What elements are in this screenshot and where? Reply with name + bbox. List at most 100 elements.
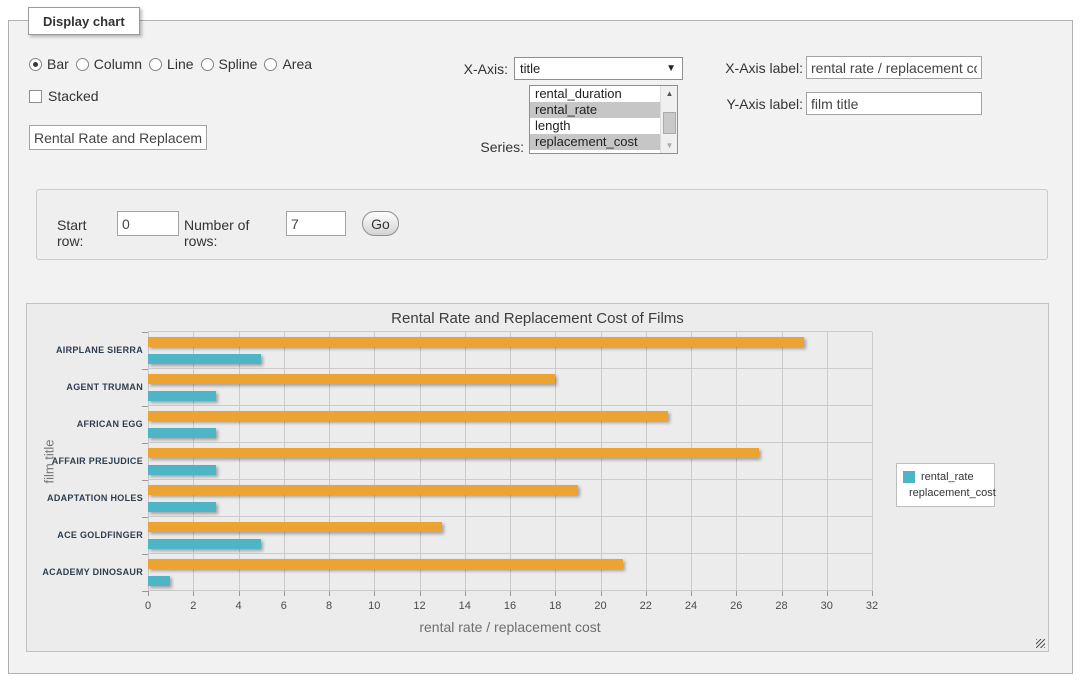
legend-label: rental_rate [921, 471, 974, 483]
x-tick-label: 0 [131, 600, 165, 612]
x-axis-caption: X-Axis: [418, 61, 508, 77]
chart-type-radio-column[interactable]: Column [76, 56, 142, 72]
rental_rate-bar [148, 354, 261, 364]
x-tick [736, 591, 737, 596]
number-of-rows-label: Number of rows: [184, 217, 279, 249]
chart-type-radio-spline[interactable]: Spline [201, 56, 258, 72]
chart-type-label: Line [167, 56, 193, 72]
chevron-down-icon: ▼ [666, 63, 676, 74]
x-tick-label: 22 [629, 600, 663, 612]
radio-icon[interactable] [201, 58, 214, 71]
bar-row-affair-prejudice [148, 443, 872, 480]
series-caption: Series: [418, 139, 524, 155]
rental_rate-bar [148, 502, 216, 512]
x-tick-label: 26 [719, 600, 753, 612]
radio-icon[interactable] [264, 58, 277, 71]
x-tick-label: 6 [267, 600, 301, 612]
replacement_cost-bar [148, 337, 804, 347]
bar-row-adaptation-holes [148, 480, 872, 517]
x-tick [510, 591, 511, 596]
series-scrollbar[interactable]: ▲ ▼ [660, 86, 677, 153]
bar-row-academy-dinosaur [148, 554, 872, 591]
resize-handle[interactable] [1036, 639, 1045, 648]
chart-title-input[interactable] [29, 125, 207, 150]
category-label: AGENT TRUMAN [31, 368, 143, 405]
start-row-input[interactable] [117, 211, 179, 236]
chart-type-radio-group: Bar Column Line Spline Area [29, 56, 312, 72]
go-button[interactable]: Go [362, 211, 399, 236]
x-tick [420, 591, 421, 596]
x-tick [827, 591, 828, 596]
gridline [872, 332, 873, 591]
legend-item-rental_rate: rental_rate [903, 469, 988, 485]
fieldset-legend: Display chart [28, 7, 140, 35]
bar-row-agent-truman [148, 369, 872, 406]
chart-legend: rental_rate replacement_cost [896, 463, 995, 507]
chart-type-radio-bar[interactable]: Bar [29, 56, 69, 72]
rental_rate-bar [148, 391, 216, 401]
start-row-label: Start row: [57, 217, 112, 249]
replacement_cost-bar [148, 559, 623, 569]
series-listbox[interactable]: rental_durationrental_ratelengthreplacem… [529, 85, 678, 154]
page: Display chart Bar Column Line Spline Area St… [0, 0, 1081, 681]
x-tick-label: 30 [810, 600, 844, 612]
series-option-rental_rate[interactable]: rental_rate [530, 102, 660, 118]
chart-type-radio-area[interactable]: Area [264, 56, 312, 72]
series-option-rental_duration[interactable]: rental_duration [530, 86, 660, 102]
x-tick-label: 24 [674, 600, 708, 612]
radio-icon[interactable] [29, 58, 42, 71]
chart-type-label: Area [282, 56, 312, 72]
x-tick [691, 591, 692, 596]
category-label: AIRPLANE SIERRA [31, 331, 143, 368]
rental_rate-bar [148, 576, 170, 586]
x-tick-label: 18 [538, 600, 572, 612]
x-tick [329, 591, 330, 596]
scroll-up-icon[interactable]: ▲ [661, 86, 678, 101]
x-tick-label: 8 [312, 600, 346, 612]
y-axis-label-input[interactable] [806, 92, 982, 115]
legend-label: replacement_cost [909, 487, 996, 499]
chart-type-label: Spline [219, 56, 258, 72]
scrollbar-thumb[interactable] [663, 112, 676, 134]
legend-swatch-icon [903, 471, 915, 483]
x-tick-label: 28 [765, 600, 799, 612]
x-tick [148, 591, 149, 596]
x-tick-label: 16 [493, 600, 527, 612]
chart-type-label: Column [94, 56, 142, 72]
x-tick-label: 2 [176, 600, 210, 612]
scroll-down-icon[interactable]: ▼ [661, 138, 678, 153]
stacked-checkbox[interactable] [29, 90, 42, 103]
stacked-checkbox-row[interactable]: Stacked [29, 88, 99, 104]
plot-area [148, 331, 872, 590]
rental_rate-bar [148, 465, 216, 475]
series-option-replacement_cost[interactable]: replacement_cost [530, 134, 660, 150]
x-axis-select-value: title [520, 61, 540, 76]
rental_rate-bar [148, 539, 261, 549]
radio-icon[interactable] [149, 58, 162, 71]
x-axis-label-input[interactable] [806, 56, 982, 79]
x-tick-label: 32 [855, 600, 889, 612]
x-tick [193, 591, 194, 596]
chart-container: Rental Rate and Replacement Cost of Film… [26, 303, 1049, 652]
x-tick [872, 591, 873, 596]
chart-type-radio-line[interactable]: Line [149, 56, 193, 72]
y-axis-category-labels: AIRPLANE SIERRAAGENT TRUMANAFRICAN EGGAF… [31, 331, 143, 590]
x-tick [374, 591, 375, 596]
chart-title: Rental Rate and Replacement Cost of Film… [27, 310, 1048, 327]
series-option-length[interactable]: length [530, 118, 660, 134]
stacked-label: Stacked [48, 88, 99, 104]
replacement_cost-bar [148, 485, 578, 495]
rental_rate-bar [148, 428, 216, 438]
category-label: AFRICAN EGG [31, 405, 143, 442]
number-of-rows-input[interactable] [286, 211, 346, 236]
y-tick [142, 591, 148, 592]
x-tick [239, 591, 240, 596]
category-label: ACADEMY DINOSAUR [31, 553, 143, 590]
x-tick-label: 14 [448, 600, 482, 612]
x-tick-label: 20 [584, 600, 618, 612]
replacement_cost-bar [148, 448, 759, 458]
radio-icon[interactable] [76, 58, 89, 71]
bar-row-airplane-sierra [148, 332, 872, 369]
x-axis-select[interactable]: title ▼ [514, 57, 683, 80]
x-tick [646, 591, 647, 596]
